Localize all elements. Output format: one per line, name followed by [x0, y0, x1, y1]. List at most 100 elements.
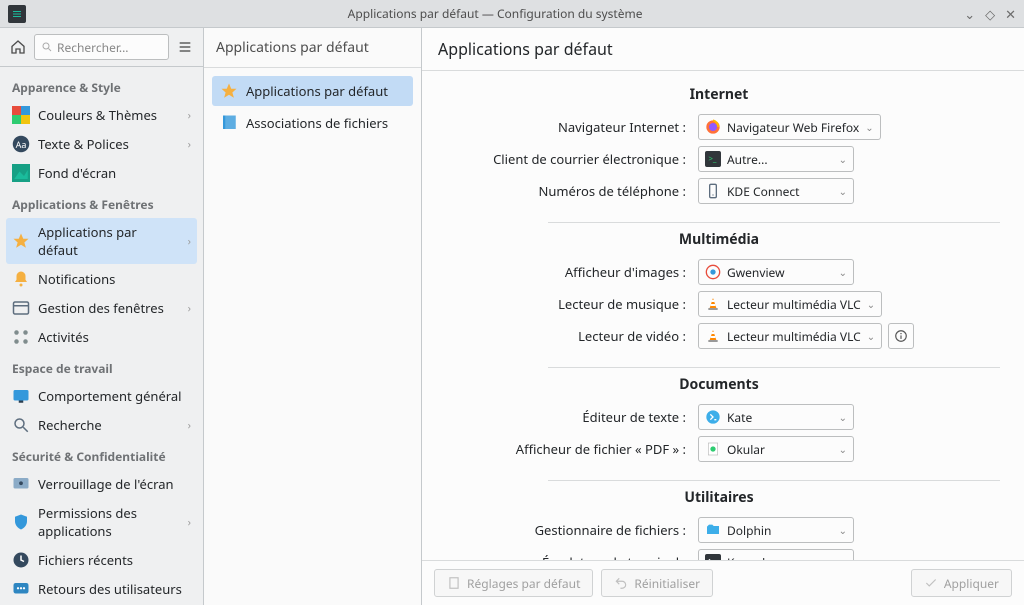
chevron-down-icon: ⌄ [867, 329, 875, 343]
search-placeholder: Rechercher... [57, 39, 129, 56]
page-title: Applications par défaut [422, 28, 1024, 71]
undo-icon [614, 576, 628, 590]
hamburger-button[interactable] [173, 35, 197, 59]
row-label: Gestionnaire de fichiers : [438, 521, 698, 539]
feedback-icon [12, 580, 30, 598]
sidebar-item[interactable]: Recherche› [6, 411, 197, 439]
sidebar-item[interactable]: Fond d'écran [6, 159, 197, 187]
defaults-button[interactable]: Réglages par défaut [434, 569, 593, 597]
sidebar-item-label: Notifications [38, 270, 115, 288]
shield-icon [12, 513, 30, 531]
star-icon [12, 232, 30, 250]
footer-bar: Réglages par défaut Réinitialiser Appliq… [422, 560, 1024, 605]
search-icon [41, 41, 53, 53]
search-icon [12, 416, 30, 434]
workspace-icon [12, 387, 30, 405]
svg-text:>_: >_ [708, 154, 717, 165]
sidebar-item-label: Fond d'écran [38, 164, 116, 182]
chevron-right-icon: › [188, 301, 191, 316]
window-controls: ⌄ ◇ ✕ [964, 5, 1016, 23]
apply-button[interactable]: Appliquer [911, 569, 1012, 597]
row-label: Émulateur de terminal : [438, 553, 698, 560]
svg-text:Aa: Aa [16, 138, 27, 151]
row-label: Afficheur d'images : [438, 263, 698, 281]
sidebar-item-label: Applications par défaut [38, 223, 180, 259]
settings-row: Éditeur de texte :Kate⌄ [438, 404, 1000, 430]
dolphin-icon [705, 522, 721, 538]
sidebar-item[interactable]: Applications par défaut› [6, 218, 197, 264]
row-label: Afficheur de fichier « PDF » : [438, 440, 698, 458]
sidebar-item[interactable]: Permissions des applications› [6, 499, 197, 545]
sidebar-item[interactable]: Couleurs & Thèmes› [6, 101, 197, 129]
app-select[interactable]: Okular ⌄ [698, 436, 854, 462]
app-select[interactable]: Gwenview⌄ [698, 259, 854, 285]
wallpaper-icon [12, 164, 30, 182]
minimize-button[interactable]: ⌄ [964, 5, 975, 23]
sidebar-item[interactable]: Retours des utilisateurs [6, 575, 197, 603]
settings-row: Gestionnaire de fichiers :Dolphin⌄ [438, 517, 1000, 543]
chevron-down-icon: ⌄ [839, 184, 847, 198]
app-select[interactable]: Lecteur multimédia VLC⌄ [698, 323, 882, 349]
check-icon [924, 576, 938, 590]
app-select[interactable]: Dolphin⌄ [698, 517, 854, 543]
app-select[interactable]: Navigateur Web Firefox⌄ [698, 114, 881, 140]
window-title: Applications par défaut — Configuration … [26, 5, 964, 22]
combo-value: Navigateur Web Firefox [727, 119, 859, 136]
sidebar-item[interactable]: Gestion des fenêtres › [6, 294, 197, 322]
subcategory-item[interactable]: Associations de fichiers [212, 108, 413, 138]
subcategory-item[interactable]: Applications par défaut [212, 76, 413, 106]
vlc-icon [705, 328, 721, 344]
sidebar-item[interactable]: Notifications [6, 265, 197, 293]
settings-group: Multimédia Afficheur d'images :Gwenview⌄ L… [438, 222, 1000, 349]
subcategory-title: Applications par défaut [204, 28, 421, 68]
sidebar-item-label: Texte & Polices [38, 135, 129, 153]
sidebar-item[interactable]: Fichiers récents [6, 546, 197, 574]
gwenview-icon [705, 264, 721, 280]
info-button[interactable] [888, 323, 914, 349]
app-select[interactable]: Konsole⌄ [698, 549, 854, 560]
search-input[interactable]: Rechercher... [34, 34, 169, 60]
info-icon [894, 329, 908, 343]
window-icon [12, 299, 30, 317]
chevron-down-icon: ⌄ [839, 265, 847, 279]
bell-icon [12, 270, 30, 288]
chevron-down-icon: ⌄ [839, 152, 847, 166]
main-panel: Applications par défaut InternetNavigate… [422, 28, 1024, 605]
sidebar-item-label: Gestion des fenêtres [38, 299, 164, 317]
close-button[interactable]: ✕ [1005, 5, 1016, 23]
row-label: Numéros de téléphone : [438, 182, 698, 200]
sidebar-item[interactable]: Activités [6, 323, 197, 351]
sidebar-item-label: Permissions des applications [38, 504, 180, 540]
app-select[interactable]: KDE Connect ⌄ [698, 178, 854, 204]
document-icon [447, 576, 461, 590]
settings-row: Émulateur de terminal :Konsole⌄ [438, 549, 1000, 560]
lock-icon [12, 475, 30, 493]
home-button[interactable] [6, 35, 30, 59]
app-select[interactable]: Lecteur multimédia VLC⌄ [698, 291, 882, 317]
sidebar-item[interactable]: Aa Texte & Polices › [6, 130, 197, 158]
app-select[interactable]: Kate⌄ [698, 404, 854, 430]
app-icon [8, 5, 26, 23]
combo-value: KDE Connect [727, 183, 833, 200]
group-title: Utilitaires [438, 484, 1000, 517]
sidebar-item[interactable]: Comportement général [6, 382, 197, 410]
palette-icon [12, 106, 30, 124]
sidebar-item-label: Fichiers récents [38, 551, 133, 569]
sidebar-item-label: Couleurs & Thèmes [38, 106, 157, 124]
chevron-right-icon: › [188, 137, 191, 152]
combo-value: Okular [727, 441, 833, 458]
row-label: Client de courrier électronique : [438, 150, 698, 168]
chevron-right-icon: › [188, 418, 191, 433]
group-title: Multimédia [438, 226, 1000, 259]
titlebar: Applications par défaut — Configuration … [0, 0, 1024, 28]
reset-button[interactable]: Réinitialiser [601, 569, 713, 597]
app-select[interactable]: >_Autre...⌄ [698, 146, 854, 172]
subcategory-label: Associations de fichiers [246, 114, 388, 132]
star-icon [220, 82, 238, 100]
settings-row: Lecteur de vidéo :Lecteur multimédia VLC… [438, 323, 1000, 349]
maximize-button[interactable]: ◇ [985, 5, 995, 23]
settings-row: Navigateur Internet :Navigateur Web Fire… [438, 114, 1000, 140]
chevron-down-icon: ⌄ [839, 442, 847, 456]
sidebar-item[interactable]: Verrouillage de l'écran [6, 470, 197, 498]
hamburger-icon [177, 39, 193, 55]
